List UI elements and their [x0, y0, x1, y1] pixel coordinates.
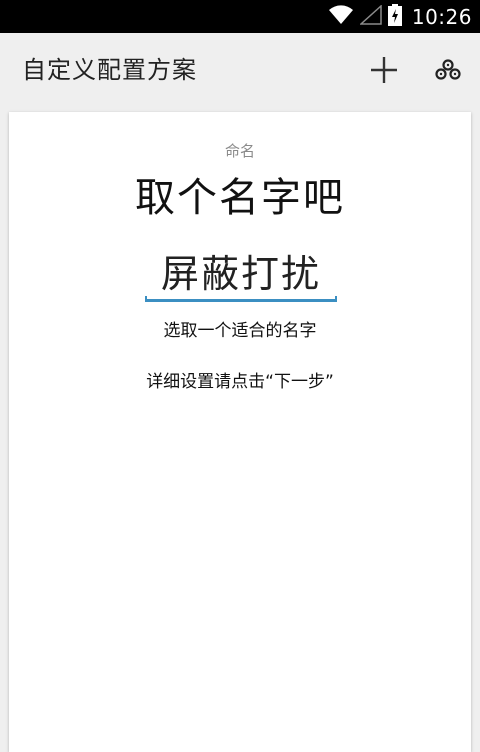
section-label: 命名 [224, 142, 255, 160]
app-bar: 自定义配置方案 [0, 33, 480, 111]
wifi-icon [328, 4, 354, 29]
plus-icon [369, 55, 399, 89]
name-field [145, 242, 337, 302]
add-button[interactable] [364, 53, 404, 91]
battery-charging-icon [387, 3, 402, 30]
name-input[interactable] [145, 242, 337, 298]
page-title: 自定义配置方案 [22, 56, 197, 84]
card-headline: 取个名字吧 [135, 175, 345, 221]
naming-card: 命名 取个名字吧 选取一个适合的名字 详细设置请点击“下一步” [9, 112, 471, 752]
status-bar: 10:26 [0, 0, 480, 33]
detail-text: 详细设置请点击“下一步” [146, 372, 334, 392]
status-icons: 10:26 [328, 0, 472, 33]
status-time: 10:26 [411, 4, 472, 29]
signal-icon [358, 3, 382, 29]
input-underline [145, 296, 337, 302]
gears-icon [435, 59, 461, 85]
settings-button[interactable] [430, 53, 466, 91]
hint-text: 选取一个适合的名字 [163, 321, 317, 341]
